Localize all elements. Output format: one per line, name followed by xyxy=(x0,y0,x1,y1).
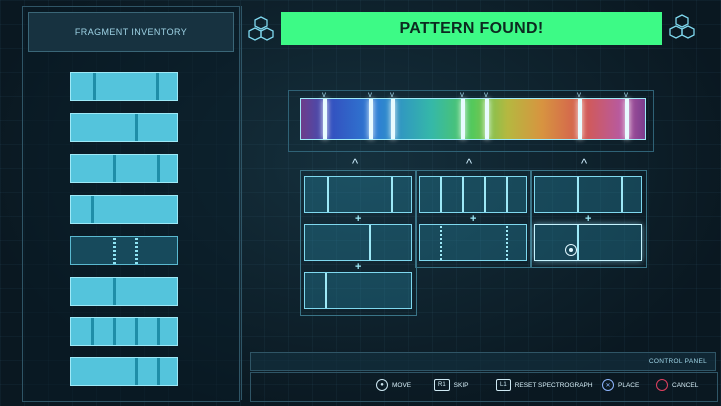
r1-button-icon: R1 xyxy=(434,379,450,391)
fragment-7[interactable] xyxy=(70,317,178,346)
fragment-4[interactable] xyxy=(70,195,178,224)
slot-1-1[interactable] xyxy=(304,176,412,213)
pattern-found-banner: PATTERN FOUND! xyxy=(281,12,662,45)
line-marker: v xyxy=(624,90,628,99)
circle-button-icon xyxy=(656,379,668,391)
spectral-line xyxy=(369,99,373,139)
slot-1-2[interactable] xyxy=(304,224,412,261)
fragment-8[interactable] xyxy=(70,357,178,386)
line-marker: v xyxy=(322,90,326,99)
fragment-1[interactable] xyxy=(70,72,178,101)
control-panel-title: CONTROL PANEL xyxy=(648,358,707,365)
fragment-3[interactable] xyxy=(70,154,178,183)
slot-3-2-selected[interactable] xyxy=(534,224,642,261)
slot-2-2[interactable] xyxy=(419,224,527,261)
inventory-title: FRAGMENT INVENTORY xyxy=(28,12,234,52)
slot-1-3[interactable] xyxy=(304,272,412,309)
spectral-line xyxy=(391,99,395,139)
control-move[interactable]: ● MOVE xyxy=(376,378,411,392)
control-skip[interactable]: R1 SKIP xyxy=(434,378,468,392)
spectral-line xyxy=(323,99,327,139)
hexagon-cluster-icon xyxy=(248,16,274,41)
control-panel-header: CONTROL PANEL xyxy=(250,352,716,371)
fragment-2[interactable] xyxy=(70,113,178,142)
column-caret-2: ^ xyxy=(466,156,473,171)
line-marker: v xyxy=(460,90,464,99)
spectral-line xyxy=(625,99,629,139)
line-marker: v xyxy=(577,90,581,99)
control-panel-bar xyxy=(250,372,718,402)
control-place[interactable]: ✕ PLACE xyxy=(602,378,639,392)
l1-button-icon: L1 xyxy=(496,379,511,391)
cross-button-icon: ✕ xyxy=(602,379,614,391)
fragment-6[interactable] xyxy=(70,277,178,306)
hexagon-cluster-icon xyxy=(669,14,695,39)
slot-2-1[interactable] xyxy=(419,176,527,213)
target-cursor-icon xyxy=(565,244,577,256)
control-cancel[interactable]: CANCEL xyxy=(656,378,698,392)
left-stick-icon: ● xyxy=(376,379,388,391)
line-marker: v xyxy=(484,90,488,99)
line-marker: v xyxy=(368,90,372,99)
spectral-line xyxy=(578,99,582,139)
column-caret-1: ^ xyxy=(352,156,359,171)
spectral-line xyxy=(485,99,489,139)
spectral-line xyxy=(461,99,465,139)
control-reset-spectrograph[interactable]: L1 RESET SPECTROGRAPH xyxy=(496,378,593,392)
panel-divider xyxy=(241,6,242,400)
line-marker: v xyxy=(390,90,394,99)
column-caret-3: ^ xyxy=(581,156,588,171)
fragment-5[interactable] xyxy=(70,236,178,265)
slot-3-1[interactable] xyxy=(534,176,642,213)
spectrograph: v v v v v v v xyxy=(300,90,646,140)
